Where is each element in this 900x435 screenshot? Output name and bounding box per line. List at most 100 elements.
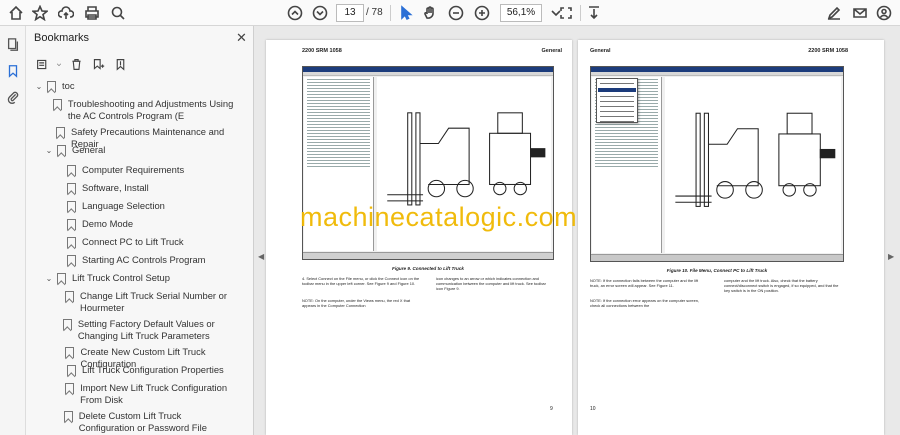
dropdown-chevron-icon[interactable] <box>56 56 62 72</box>
hand-tool-icon[interactable] <box>420 3 440 23</box>
add-bookmark-icon[interactable] <box>90 56 106 72</box>
sign-pen-icon[interactable] <box>824 3 844 23</box>
bookmark-label: Lift Truck Configuration Properties <box>82 364 224 375</box>
bookmark-label: General <box>72 144 106 155</box>
expand-chevron-icon[interactable]: ⌄ <box>44 273 54 285</box>
bookmark-flag-icon <box>67 365 76 376</box>
lift-truck-drawing <box>665 77 841 253</box>
pdf-page-right: General 2200 SRM 1058 Figure 10. File Me… <box>578 40 884 435</box>
body-text: icon changes to an arrow or which indica… <box>436 276 546 291</box>
bookmarks-icon[interactable] <box>4 62 22 80</box>
bookmark-item[interactable]: Troubleshooting and Adjustments Using th… <box>44 98 236 122</box>
bookmark-label: Lift Truck Control Setup <box>72 272 170 283</box>
account-icon[interactable] <box>874 3 894 23</box>
separator <box>390 5 391 21</box>
attachments-paperclip-icon[interactable] <box>4 88 22 106</box>
page-number-input[interactable]: 13 <box>336 4 364 22</box>
bookmarks-title: Bookmarks <box>34 32 90 44</box>
print-icon[interactable] <box>82 3 102 23</box>
previous-page-icon[interactable] <box>285 3 305 23</box>
scroll-left-arrow-icon[interactable]: ◀ <box>258 252 264 261</box>
page-number: 10 <box>590 406 596 412</box>
body-text: computer and the lift truck. Also, check… <box>724 278 839 293</box>
bookmark-label: Starting AC Controls Program <box>82 254 206 265</box>
options-menu-icon[interactable] <box>34 56 50 72</box>
bookmark-item[interactable]: ⌄ Lift Truck Control Setup <box>44 272 236 285</box>
bookmark-label: Computer Requirements <box>82 164 185 175</box>
zoom-search-icon[interactable] <box>108 3 128 23</box>
bookmark-flag-icon <box>65 383 75 394</box>
page-total: / 78 <box>366 7 383 18</box>
bookmark-item[interactable]: Lift Truck Configuration Properties <box>54 364 236 376</box>
close-panel-icon[interactable]: ✕ <box>236 30 247 46</box>
body-text: 4. Select Connect on the File menu, or c… <box>302 276 420 286</box>
bookmark-flag-icon <box>65 347 75 358</box>
file-menu-dropdown <box>596 78 638 123</box>
bookmark-flag-icon <box>62 319 72 330</box>
page-header-right: 2200 SRM 1058 <box>808 48 848 54</box>
bookmark-label: Demo Mode <box>82 218 134 229</box>
bookmark-item[interactable]: Setting Factory Default Values or Changi… <box>54 318 236 342</box>
bookmark-item[interactable]: Change Lift Truck Serial Number or Hourm… <box>54 290 236 314</box>
watermark: machinecatalogic.com <box>300 202 578 232</box>
bookmark-flag-icon <box>57 273 66 284</box>
bookmark-label: Setting Factory Default Values or Changi… <box>77 318 215 341</box>
bookmark-item[interactable]: Connect PC to Lift Truck <box>54 236 236 248</box>
bookmark-flag-icon <box>63 411 73 422</box>
scroll-mode-icon[interactable] <box>584 3 604 23</box>
bookmark-item[interactable]: ⌄ General <box>44 144 236 157</box>
bookmark-flag-icon <box>67 183 76 194</box>
bookmark-item[interactable]: Import New Lift Truck Configuration From… <box>54 382 236 406</box>
bookmark-item[interactable]: Starting AC Controls Program <box>54 254 236 266</box>
expand-bookmark-icon[interactable] <box>112 56 128 72</box>
scroll-right-arrow-icon[interactable]: ▶ <box>888 252 894 261</box>
bookmark-flag-icon <box>67 219 76 230</box>
bookmark-label: Software, Install <box>82 182 149 193</box>
zoom-in-icon[interactable] <box>472 3 492 23</box>
bookmark-flag-icon <box>52 99 62 110</box>
home-icon[interactable] <box>6 3 26 23</box>
zoom-level-input[interactable]: 56,1% <box>500 4 542 22</box>
page-header-right: General <box>541 48 562 54</box>
bookmarks-toolbar <box>34 54 128 74</box>
bookmark-label: toc <box>62 80 75 91</box>
bookmark-label: Import New Lift Truck Configuration From… <box>80 382 228 405</box>
figure-caption: Figure 9. Connected to Lift Truck <box>392 266 464 271</box>
bookmark-flag-icon <box>65 291 75 302</box>
note-text: NOTE: If the connection fails between th… <box>590 278 699 288</box>
expand-chevron-icon[interactable]: ⌄ <box>34 81 44 93</box>
bookmark-flag-icon <box>67 165 76 176</box>
bookmark-label: Delete Custom Lift Truck Configuration o… <box>78 410 207 433</box>
note-text: NOTE: If the connection error appears on… <box>590 298 699 308</box>
pdf-page-left: 2200 SRM 1058 General Figure 9. Connecte… <box>266 40 572 435</box>
bookmark-item[interactable]: Demo Mode <box>54 218 236 230</box>
bookmark-label: Troubleshooting and Adjustments Using th… <box>67 98 234 121</box>
bookmark-flag-icon <box>67 255 76 266</box>
zoom-out-icon[interactable] <box>446 3 466 23</box>
bookmark-item[interactable]: Delete Custom Lift Truck Configuration o… <box>54 410 236 434</box>
delete-bookmark-icon[interactable] <box>68 56 84 72</box>
bookmark-flag-icon <box>47 81 56 92</box>
figure-screenshot <box>590 66 844 262</box>
side-rail <box>0 26 26 435</box>
bookmark-item[interactable]: Computer Requirements <box>54 164 236 176</box>
main-toolbar: 13 / 78 56,1% <box>0 0 900 26</box>
bookmark-label: Change Lift Truck Serial Number or Hourm… <box>80 290 227 313</box>
bookmark-label: Language Selection <box>82 200 165 211</box>
page-thumbnails-icon[interactable] <box>4 36 22 54</box>
bookmark-item[interactable]: Software, Install <box>54 182 236 194</box>
figure-caption: Figure 10. File Menu, Connect PC to Lift… <box>666 268 768 273</box>
bookmark-star-icon[interactable] <box>30 3 50 23</box>
upload-cloud-icon[interactable] <box>56 3 76 23</box>
bookmark-item[interactable]: Language Selection <box>54 200 236 212</box>
next-page-icon[interactable] <box>310 3 330 23</box>
select-cursor-icon[interactable] <box>396 3 416 23</box>
bookmark-flag-icon <box>67 201 76 212</box>
page-number: 9 <box>550 406 553 412</box>
page-header-left: General <box>590 48 611 54</box>
expand-chevron-icon[interactable]: ⌄ <box>44 145 54 157</box>
fit-page-icon[interactable] <box>556 3 576 23</box>
bookmarks-panel: Bookmarks ✕ ⌄ toc Troubleshooting and Adju… <box>26 26 274 435</box>
mail-icon[interactable] <box>850 3 870 23</box>
bookmark-item[interactable]: ⌄ toc <box>34 80 236 93</box>
